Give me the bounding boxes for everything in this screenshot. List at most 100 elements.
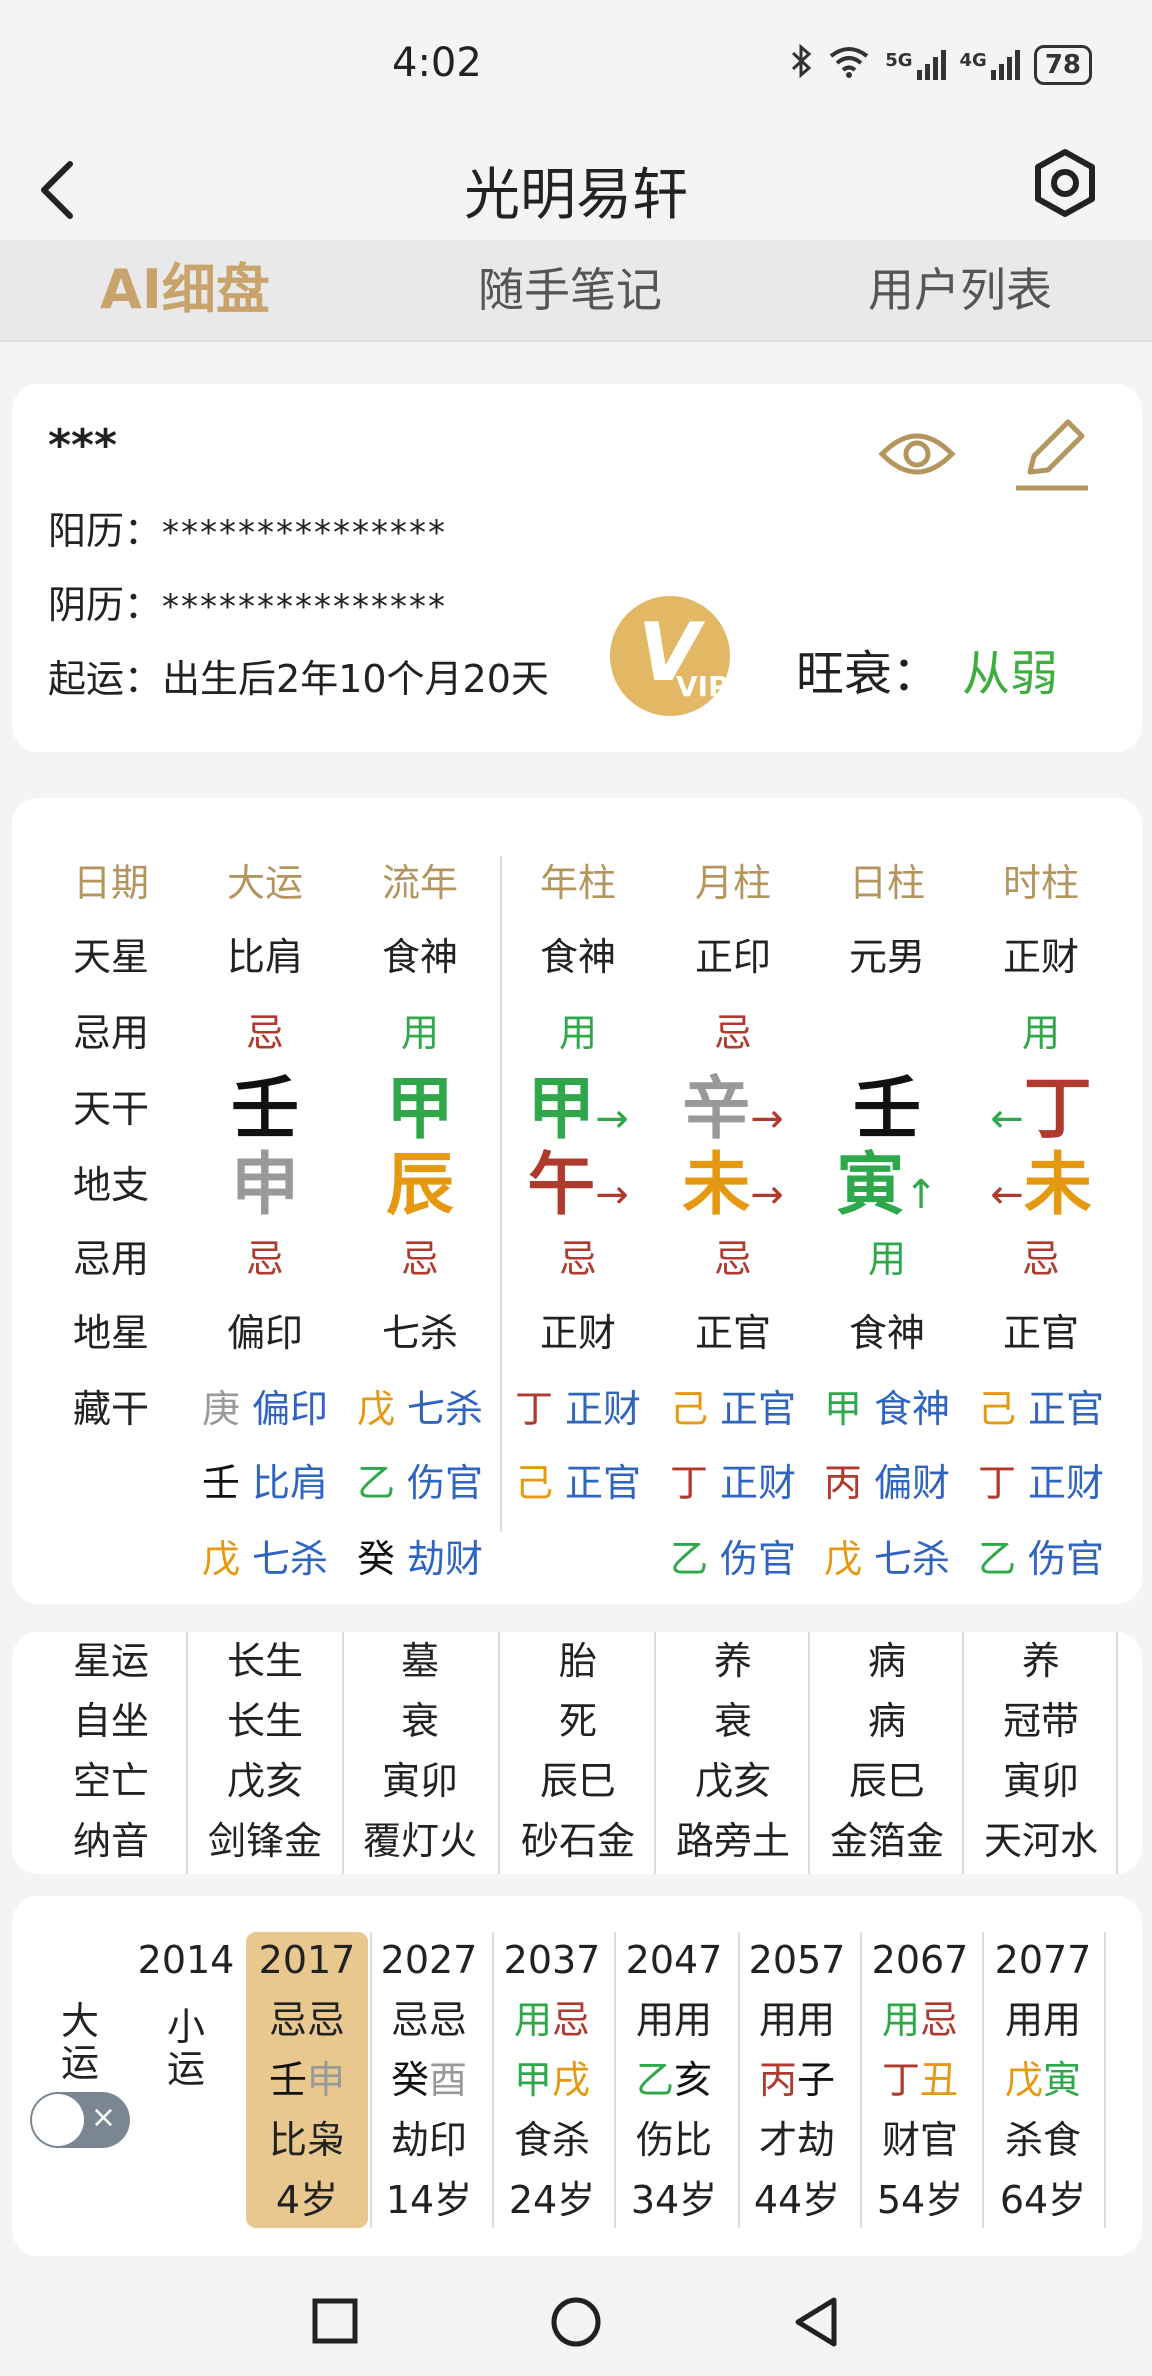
t2-cell: 养 — [1021, 1639, 1060, 1683]
canggan-item: 己 正官 — [514, 1461, 642, 1505]
label-jiyong-1: 忌用 — [72, 1011, 149, 1055]
label-zizuo: 自坐 — [72, 1699, 149, 1743]
dayun-year[interactable]: 2017 — [247, 1930, 367, 1990]
label-jiyong-2: 忌用 — [72, 1237, 149, 1281]
dayun-age: 4岁 — [275, 2178, 339, 2222]
dayun-shishen: 食杀 — [513, 2118, 590, 2162]
col-nianzhu-dizhi-wrap: 午→ — [503, 1146, 653, 1235]
dayun-toggle[interactable]: × — [30, 2092, 130, 2148]
vip-badge-icon[interactable]: V VIP — [610, 596, 730, 716]
dayun-ganzhi: 癸酉 — [390, 2058, 468, 2102]
dayun-ganzhi: 壬申 — [268, 2058, 346, 2102]
col-divider — [342, 1632, 344, 1874]
dayun-ganzhi: 戊寅 — [1004, 2058, 1082, 2102]
col-liunian-dixing: 七杀 — [381, 1311, 458, 1355]
arrow-right-icon: → — [750, 1096, 784, 1142]
dayun-age: 34岁 — [630, 2178, 718, 2222]
col-rizhu-jiyong2: 用 — [867, 1237, 906, 1281]
arrow-left-icon: ← — [990, 1096, 1024, 1142]
label-xiaoyun[interactable]: 小运 — [164, 2006, 208, 2090]
col-dayun-dizhi: 申 — [230, 1146, 299, 1225]
t2-cell: 辰巳 — [848, 1759, 925, 1803]
dayun-age: 54岁 — [876, 2178, 964, 2222]
dayun-jiyong: 用用 — [758, 1998, 835, 2042]
col-yuezhu-jiyong1: 忌 — [713, 1011, 752, 1055]
wangshuai: 旺衰： 从弱 — [796, 634, 1058, 704]
arrow-right-icon: → — [595, 1096, 629, 1142]
canggan-item: 己 正官 — [669, 1387, 797, 1431]
dayun-year[interactable]: 2077 — [983, 1930, 1103, 1990]
qiyun-row: 起运：出生后2年10个月20天 — [48, 648, 549, 703]
canggan-item: 丁 正财 — [514, 1387, 642, 1431]
tab-ai-xipan[interactable]: AI细盘 — [60, 240, 310, 340]
col-shizhu-dixing: 正官 — [1002, 1311, 1079, 1355]
dayun-year[interactable]: 2067 — [860, 1930, 980, 1990]
col-divider — [1116, 1632, 1118, 1874]
dayun-jiyong: 用忌 — [513, 1998, 591, 2042]
dayun-age: 24岁 — [508, 2178, 596, 2222]
col-dayun-tianxing: 比肩 — [226, 935, 303, 979]
t2-cell: 养 — [713, 1639, 752, 1683]
col-shizhu-jiyong2: 忌 — [1021, 1237, 1060, 1281]
profile-card: *** 阳历：*************** 阴历：**************… — [12, 384, 1142, 752]
t2-nayin: 金箔金 — [829, 1819, 944, 1863]
home-icon[interactable] — [550, 2296, 602, 2352]
canggan-item: 乙 伤官 — [356, 1461, 484, 1505]
system-nav-bar — [0, 2258, 1152, 2376]
chart-divider — [500, 856, 502, 1532]
solar-date-row: 阳历：*************** — [48, 500, 447, 555]
col-dayun-header: 大运 — [226, 861, 303, 905]
dayun-ganzhi: 丙子 — [758, 2058, 836, 2102]
arrow-left-icon: ← — [990, 1172, 1024, 1218]
settings-icon[interactable] — [1030, 148, 1100, 218]
dayun-jiyong: 忌忌 — [390, 1998, 467, 2042]
eye-icon[interactable] — [878, 426, 956, 482]
dayun-ganzhi: 丁丑 — [881, 2058, 959, 2102]
signal-5g-icon: 5G — [885, 50, 946, 80]
canggan-item: 癸 劫财 — [356, 1537, 484, 1581]
t2-cell: 寅卯 — [381, 1759, 458, 1803]
dayun-shishen: 才劫 — [758, 2118, 835, 2162]
qiyun-value: 出生后2年10个月20天 — [162, 657, 549, 701]
col-liunian-tianxing: 食神 — [381, 935, 458, 979]
canggan-item: 壬 比肩 — [201, 1461, 329, 1505]
col-liunian-header: 流年 — [381, 861, 458, 905]
wangshuai-value: 从弱 — [962, 646, 1059, 702]
col-shizhu-header: 时柱 — [1002, 861, 1079, 905]
t2-cell: 胎 — [558, 1639, 597, 1683]
dayun-year[interactable]: 2027 — [369, 1930, 489, 1990]
signal-4g-icon: 4G — [960, 50, 1020, 80]
dayun-year[interactable]: 2047 — [614, 1930, 734, 1990]
dayun-jiyong: 忌忌 — [268, 1998, 345, 2042]
col-shizhu-tianxing: 正财 — [1002, 935, 1079, 979]
col-rizhu-tianxing: 元男 — [848, 935, 925, 979]
edit-icon[interactable] — [1012, 418, 1090, 492]
col-shizhu-dizhi-wrap: ←未 — [966, 1146, 1116, 1235]
col-rizhu-header: 日柱 — [848, 861, 925, 905]
t2-cell: 衰 — [400, 1699, 439, 1743]
t2-cell: 辰巳 — [539, 1759, 616, 1803]
canggan-item: 丁 正财 — [977, 1461, 1105, 1505]
label-xingyun: 星运 — [72, 1639, 149, 1683]
col-yuezhu-dizhi-wrap: 未→ — [658, 1146, 808, 1235]
canggan-item: 乙 伤官 — [977, 1537, 1105, 1581]
dayun-shishen: 劫印 — [390, 2118, 467, 2162]
dayun-year[interactable]: 2057 — [737, 1930, 857, 1990]
dayun-year[interactable]: 2037 — [492, 1930, 612, 1990]
back-nav-icon[interactable] — [792, 2296, 840, 2352]
t2-nayin: 路旁土 — [675, 1819, 790, 1863]
dayun-age: 14岁 — [385, 2178, 473, 2222]
qiyun-label: 起运： — [48, 657, 163, 701]
recent-apps-icon[interactable] — [312, 2298, 358, 2348]
canggan-item: 庚 偏印 — [201, 1387, 329, 1431]
col-liunian-jiyong2: 忌 — [400, 1237, 439, 1281]
dayun-age: 44岁 — [753, 2178, 841, 2222]
tab-notes[interactable]: 随手笔记 — [440, 240, 700, 340]
lunar-value: *************** — [162, 587, 448, 627]
tab-user-list[interactable]: 用户列表 — [830, 240, 1090, 340]
label-dixing: 地星 — [72, 1311, 149, 1355]
col-liunian-jiyong1: 用 — [400, 1011, 439, 1055]
dayun-age: 64岁 — [999, 2178, 1087, 2222]
canggan-item: 丁 正财 — [669, 1461, 797, 1505]
label-tiangan: 天干 — [72, 1087, 149, 1131]
